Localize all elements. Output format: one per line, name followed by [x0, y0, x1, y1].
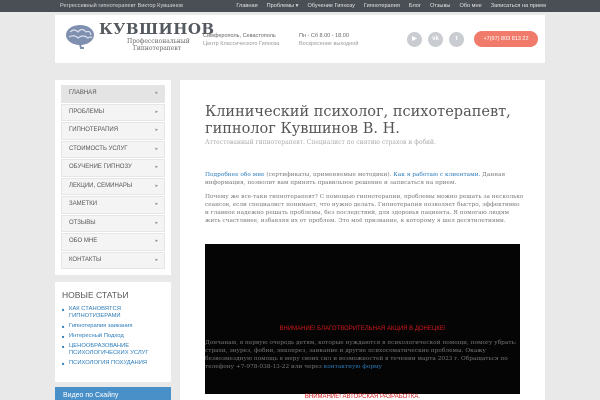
page-title: Клинический психолог, психотерапевт, гип… [205, 104, 511, 137]
chevron-right-icon: ▸ [155, 201, 158, 207]
day-off-line: Воскресение выходной [299, 41, 359, 47]
sidebar-item-problems[interactable]: Проблемы ▸ [61, 103, 165, 121]
sidebar-item-about[interactable]: Обо мне ▸ [61, 233, 165, 251]
top-menu-item-home[interactable]: Главная [236, 3, 257, 9]
site-tagline: Регрессивный гипнотерапевт Виктор Кувшин… [60, 3, 183, 9]
charity-paragraph: Дончанам, в первую очередь детям, которы… [205, 339, 525, 371]
brain-logo-icon[interactable] [65, 23, 95, 49]
top-menu-item-appointment[interactable]: Записаться на прием [491, 3, 546, 9]
top-menu-item-blog[interactable]: Блог [409, 3, 421, 9]
working-hours: Пн - Сб 8.00 - 18.00 Воскресение выходно… [299, 32, 358, 48]
sidebar-item-home[interactable]: Главная ▸ [61, 85, 165, 103]
sidebar-item-notes[interactable]: Заметки ▸ [61, 196, 165, 214]
sidebar-item-label: Главная [69, 90, 97, 96]
sidebar-item-lectures[interactable]: Лекции, семинары ▸ [61, 177, 165, 195]
sidebar-item-reviews[interactable]: Отзывы ▸ [61, 214, 165, 232]
vk-icon[interactable]: vk [428, 32, 443, 47]
sidebar-item-label: Обучение гипнозу [69, 164, 132, 170]
chevron-right-icon: ▸ [155, 256, 158, 263]
sidebar-item-label: Гипнотерапия [69, 127, 119, 133]
top-menu-item-about[interactable]: Обо мне [459, 3, 481, 9]
sidebar-item-hypnotherapy[interactable]: Гипнотерапия ▸ [61, 122, 165, 140]
article-link[interactable]: Гипнотерапия заикания [62, 323, 164, 330]
sidebar-item-prices[interactable]: Стоимость услуг ▸ [61, 140, 165, 158]
about-me-link[interactable]: Подробнее обо мне [205, 172, 265, 178]
top-menu-item-problems[interactable]: Проблемы ▾ [267, 3, 299, 9]
new-articles-widget: Новые статьи КАК СТАНОВЯТСЯ ГИПНОТИЗЕРАМ… [55, 282, 171, 382]
sidebar-item-training[interactable]: Обучение гипнозу ▸ [61, 159, 165, 177]
article-link[interactable]: КАК СТАНОВЯТСЯ ГИПНОТИЗЕРАМИ [62, 306, 164, 320]
chevron-right-icon: ▸ [155, 145, 158, 152]
charity-notice: ВНИМАНИЕ! БЛАГОТВОРИТЕЛЬНАЯ АКЦИЯ В ДОНЕ… [279, 326, 446, 332]
author-notice: ВНИМАНИЕ! АВТОРСКАЯ РАЗРАБОТКА. [304, 394, 421, 400]
chevron-right-icon: ▸ [155, 108, 158, 115]
logo-name[interactable]: КУВШИНОВ [99, 20, 215, 38]
chevron-right-icon: ▸ [155, 90, 158, 96]
site-header: КУВШИНОВ Профессиональный Гипнотерапевт … [55, 15, 545, 63]
sidebar-item-label: Обо мне [69, 238, 98, 244]
top-menu: Главная Проблемы ▾ Обучение Гипнозу Гипн… [236, 3, 546, 9]
skype-video-widget[interactable]: Видео по Скайпу [55, 387, 171, 400]
top-menu-item-hypnosis-training[interactable]: Обучение Гипнозу [307, 3, 354, 9]
sidebar-item-contacts[interactable]: Контакты ▸ [61, 251, 165, 269]
video-player[interactable] [205, 244, 520, 394]
city-line: Симферополь, Севастополь [203, 33, 276, 39]
why-hypnotherapy-paragraph: Почему же все-таки гипнотерапевт? С помо… [205, 194, 524, 224]
chevron-right-icon: ▸ [155, 164, 158, 170]
sidebar-item-label: Проблемы [69, 108, 105, 115]
article-link[interactable]: ЦЕНООБРАЗОВАНИЕ ПСИХОЛОГИЧЕСКИХ УСЛУГ [62, 343, 164, 357]
logo-subtitle: Профессиональный Гипнотерапевт [127, 38, 190, 52]
sidebar-item-label: Отзывы [69, 219, 96, 226]
chevron-right-icon: ▸ [155, 182, 158, 189]
top-bar: Регрессивный гипнотерапевт Виктор Кувшин… [0, 0, 600, 12]
chevron-right-icon: ▸ [155, 219, 158, 226]
main-content: Клинический психолог, психотерапевт, гип… [180, 80, 545, 400]
contact-form-link[interactable]: контактную форму [324, 364, 382, 370]
intro-text-1: (сертификаты, применяемые методики). [264, 172, 394, 178]
center-line: Центр Классического Гипноза [203, 41, 280, 47]
chevron-right-icon: ▸ [155, 127, 158, 133]
page-subtitle: Аттестованный гипнотерапевт. Специалист … [205, 139, 436, 146]
article-link[interactable]: Интересный Подход [62, 333, 164, 340]
sidebar-item-label: Стоимость услуг [69, 145, 128, 152]
sidebar-nav: Главная ▸ Проблемы ▸ Гипнотерапия ▸ Стоимос… [55, 80, 171, 275]
sidebar-item-label: Лекции, семинары [69, 182, 133, 189]
youtube-icon[interactable]: ▶ [407, 32, 422, 47]
hours-line: Пн - Сб 8.00 - 18.00 [299, 33, 349, 39]
sidebar-item-label: Контакты [69, 256, 102, 263]
twitter-icon[interactable]: t [449, 32, 464, 47]
how-i-work-link[interactable]: Как я работаю с клиентами. [393, 172, 480, 178]
top-menu-item-hypnotherapy[interactable]: Гипнотерапия [364, 3, 400, 9]
sidebar-item-label: Заметки [69, 201, 98, 207]
intro-paragraph: Подробнее обо мне (сертификаты, применяе… [205, 171, 525, 187]
article-link[interactable]: ПСИХОЛОГИЯ ПОХУДАНИЯ [62, 360, 164, 367]
chevron-right-icon: ▸ [155, 238, 158, 244]
top-menu-item-reviews[interactable]: Отзывы [430, 3, 451, 9]
phone-button[interactable]: +7(97) 803 813 22 [474, 31, 538, 47]
new-articles-heading: Новые статьи [62, 290, 129, 300]
location-info: Симферополь, Севастополь Центр Классичес… [203, 32, 279, 48]
